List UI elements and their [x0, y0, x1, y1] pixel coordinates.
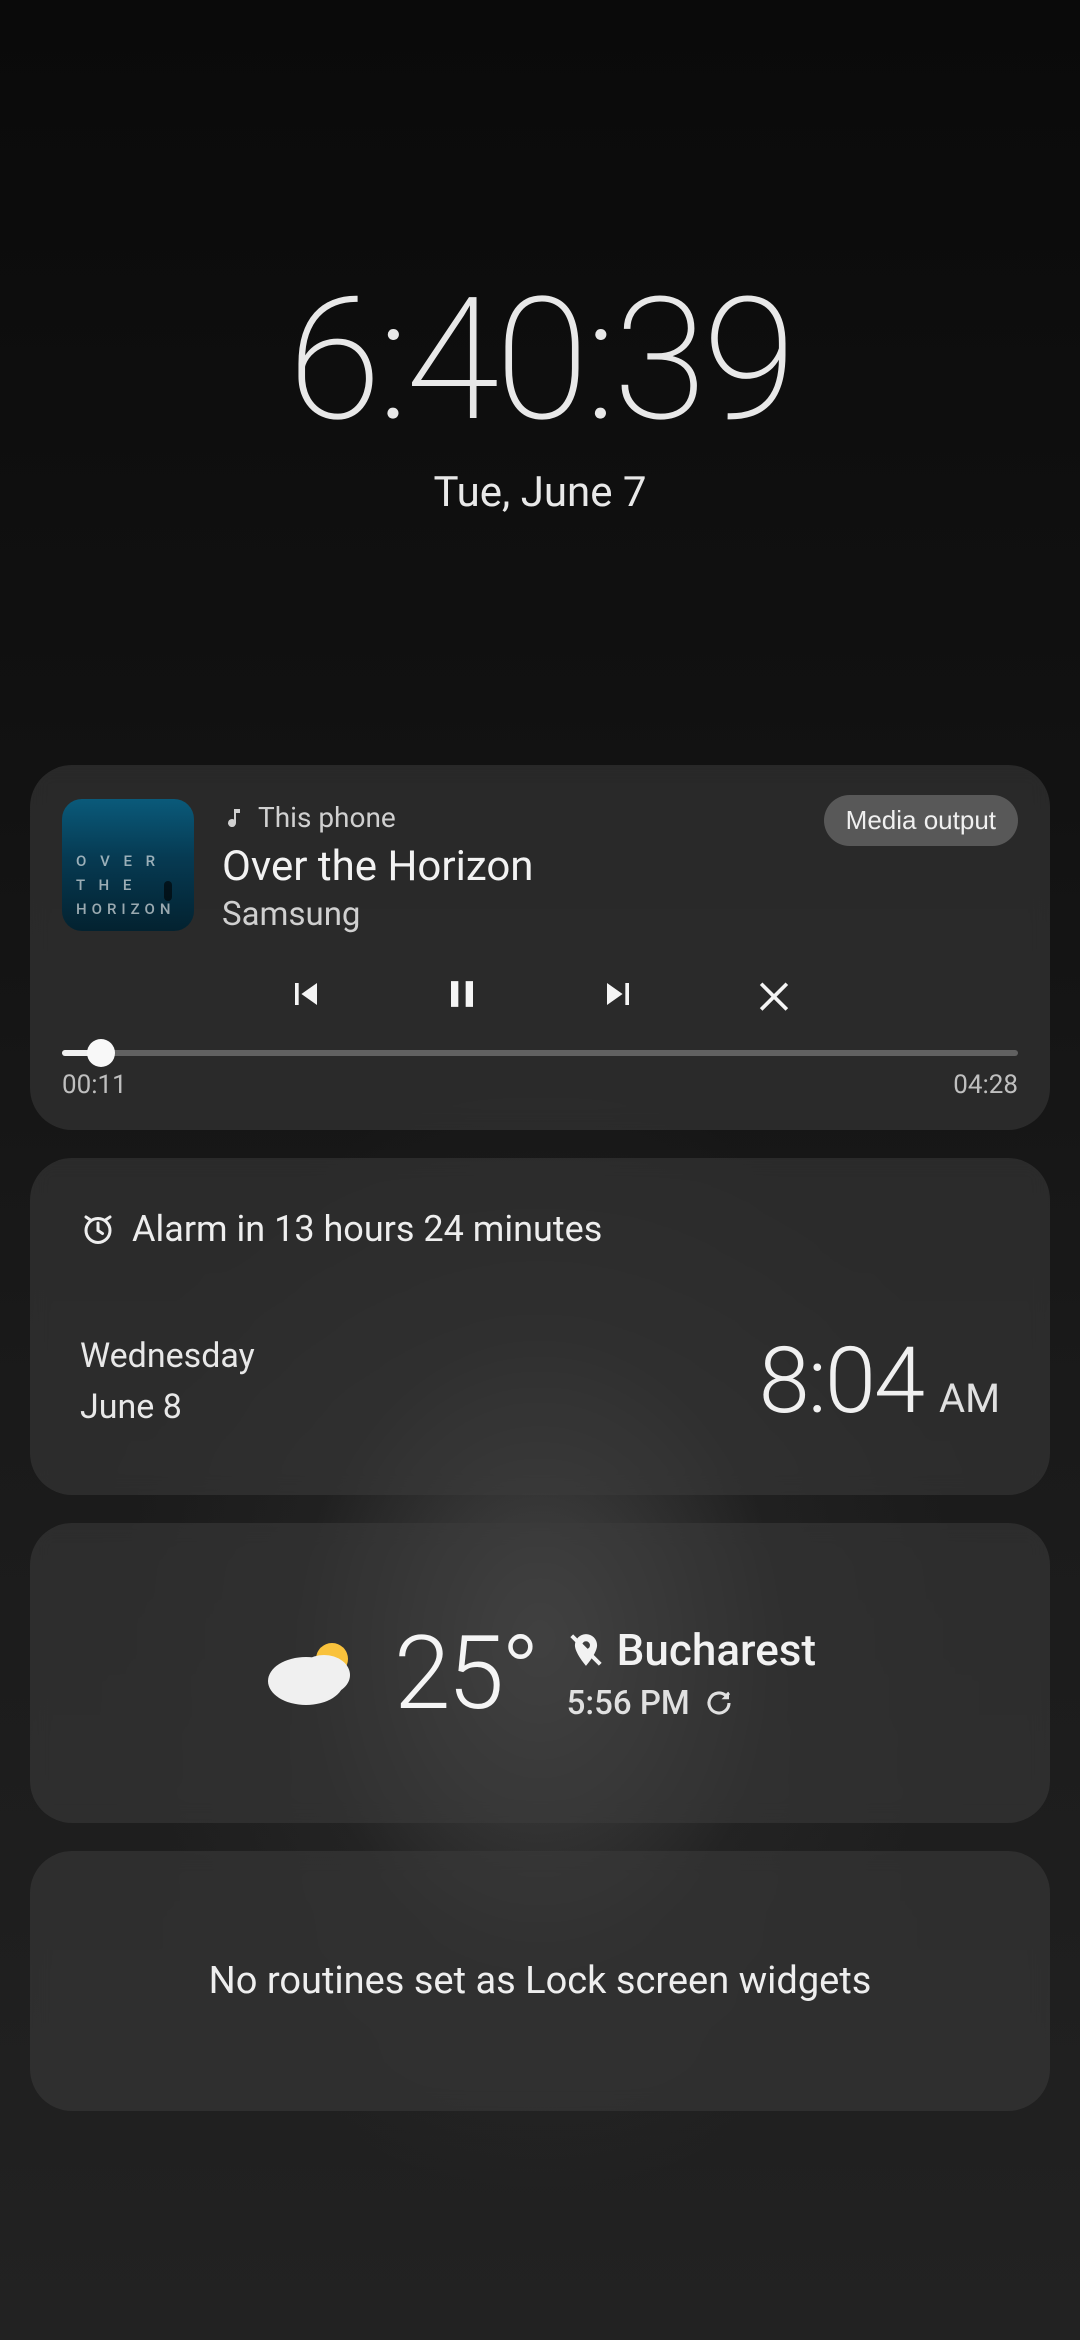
media-output-button[interactable]: Media output: [824, 795, 1018, 846]
weather-updated: 5:56 PM: [567, 1684, 816, 1723]
alarm-date: Wednesday June 8: [80, 1331, 255, 1433]
weather-condition-icon: [264, 1633, 364, 1713]
album-art: O V E RT H EHORIZON: [62, 799, 194, 931]
routines-widget[interactable]: No routines set as Lock screen widgets: [30, 1851, 1050, 2111]
skip-next-icon: [596, 972, 640, 1016]
alarm-ampm: AM: [939, 1375, 1000, 1422]
close-icon: [752, 972, 796, 1016]
skip-previous-icon: [284, 972, 328, 1016]
alarm-clock-icon: [80, 1211, 116, 1247]
previous-track-button[interactable]: [278, 966, 334, 1022]
close-media-button[interactable]: [746, 966, 802, 1022]
elapsed-time: 00:11: [62, 1070, 127, 1100]
total-time: 04:28: [953, 1070, 1018, 1100]
media-artist: Samsung: [222, 895, 1018, 934]
progress-thumb[interactable]: [87, 1039, 115, 1067]
location-off-icon: [567, 1631, 605, 1669]
alarm-time-value: 8:04: [759, 1328, 923, 1435]
alarm-date-value: June 8: [80, 1382, 255, 1433]
clock-date: Tue, June 7: [0, 468, 1080, 517]
alarm-time: 8:04 AM: [759, 1328, 1000, 1435]
weather-widget[interactable]: 25° Bucharest 5:56 PM: [30, 1523, 1050, 1823]
routines-empty-text: No routines set as Lock screen widgets: [209, 1959, 872, 2003]
refresh-icon[interactable]: [704, 1688, 734, 1718]
alarm-header: Alarm in 13 hours 24 minutes: [80, 1208, 1000, 1250]
alarm-widget[interactable]: Alarm in 13 hours 24 minutes Wednesday J…: [30, 1158, 1050, 1495]
progress-track[interactable]: [62, 1050, 1018, 1056]
music-note-icon: [222, 806, 246, 830]
weather-location: Bucharest: [567, 1624, 816, 1676]
weather-temperature: 25°: [394, 1613, 537, 1733]
alarm-countdown-text: Alarm in 13 hours 24 minutes: [132, 1208, 602, 1250]
media-progress[interactable]: 00:11 04:28: [62, 1050, 1018, 1100]
album-art-text: O V E RT H EHORIZON: [76, 849, 176, 921]
media-player-widget[interactable]: Media output O V E RT H EHORIZON This ph…: [30, 765, 1050, 1130]
clock-time: 6:40:39: [0, 260, 1080, 460]
pause-icon: [440, 972, 484, 1016]
alarm-day: Wednesday: [80, 1331, 255, 1382]
media-source-label: This phone: [258, 801, 396, 834]
media-title: Over the Horizon: [222, 842, 1018, 891]
next-track-button[interactable]: [590, 966, 646, 1022]
lockscreen-clock: 6:40:39 Tue, June 7: [0, 0, 1080, 517]
weather-updated-time: 5:56 PM: [567, 1684, 690, 1723]
pause-button[interactable]: [434, 966, 490, 1022]
media-controls: [202, 966, 878, 1022]
weather-city: Bucharest: [617, 1624, 816, 1676]
